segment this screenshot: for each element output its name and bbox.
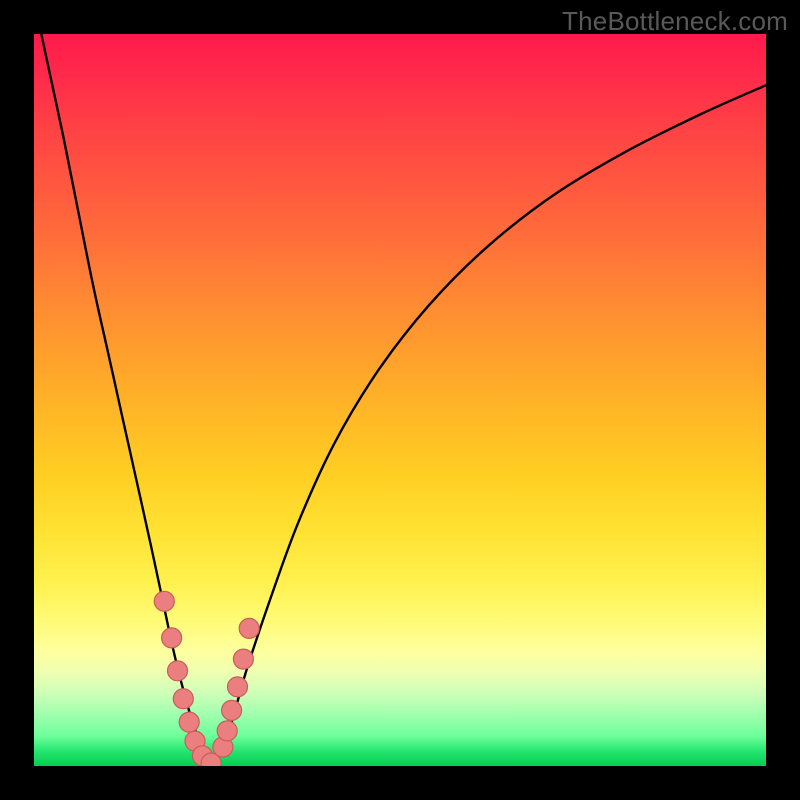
watermark-text: TheBottleneck.com (562, 6, 788, 37)
plot-area (34, 34, 766, 766)
marker-point (217, 721, 237, 741)
marker-point (173, 689, 193, 709)
marker-point (239, 618, 259, 638)
marker-point (222, 700, 242, 720)
marker-point (154, 591, 174, 611)
marker-point (162, 628, 182, 648)
marker-point (179, 712, 199, 732)
marker-point (168, 661, 188, 681)
chart-svg (34, 34, 766, 766)
marker-point (233, 649, 253, 669)
marker-point (228, 677, 248, 697)
bottleneck-curve (41, 34, 766, 762)
chart-frame: TheBottleneck.com (0, 0, 800, 800)
marker-group (154, 591, 259, 766)
